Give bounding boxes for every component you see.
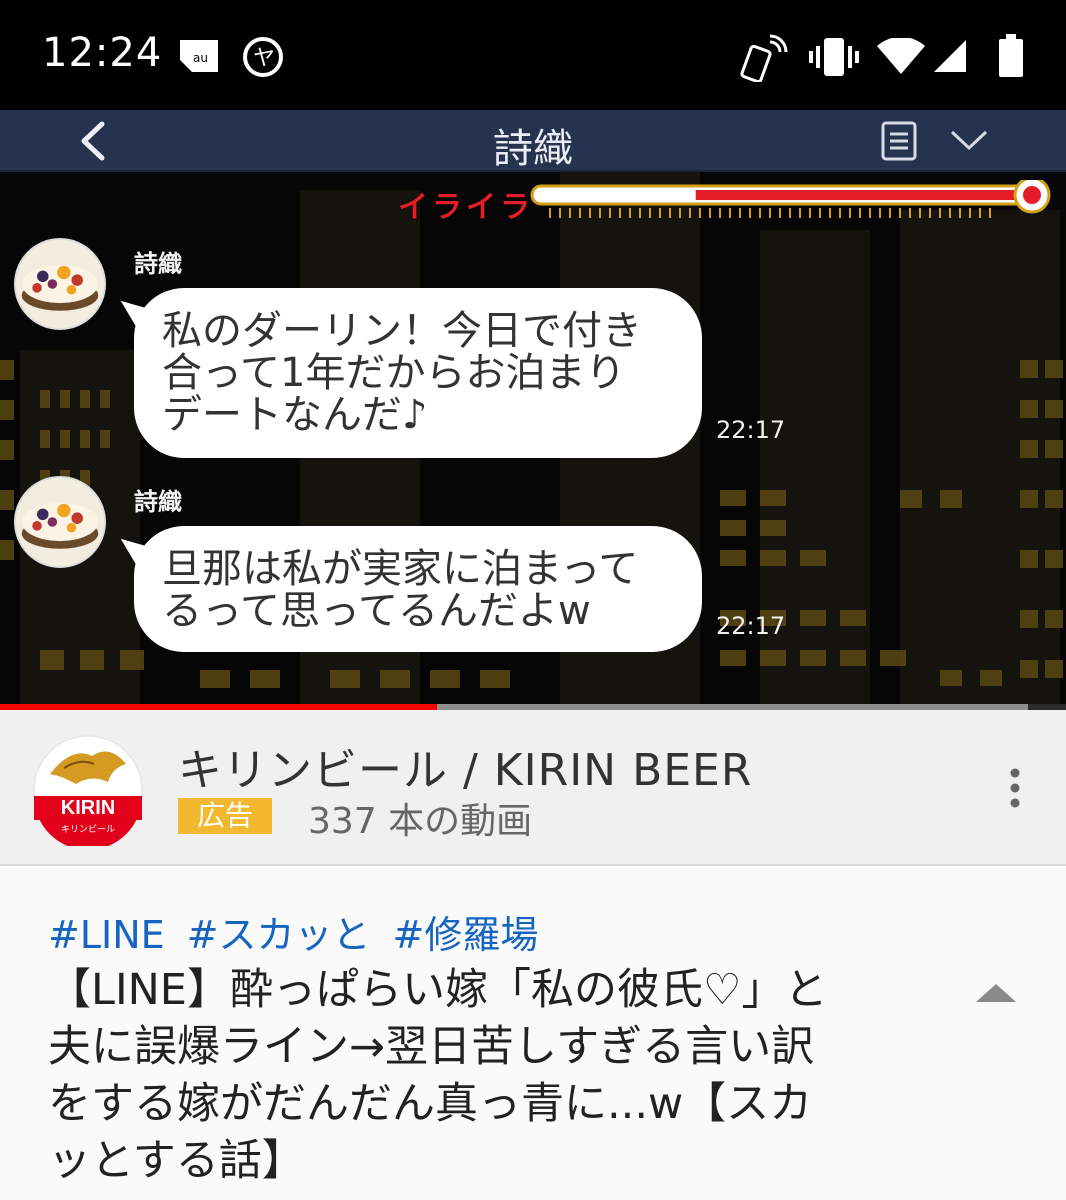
- video-player[interactable]: 詩織 イライラ 詩織 私のダーリン！今日で付き 合って1年だからお泊まり デート…: [0, 110, 1066, 710]
- channel-row[interactable]: KIRIN キリンビール キリンビール / KIRIN BEER 広告 337 …: [0, 710, 1066, 866]
- avatar[interactable]: [14, 238, 106, 330]
- avatar[interactable]: [14, 476, 106, 568]
- vibrate-icon: [809, 38, 859, 76]
- video-description: #LINE #スカッと #修羅場 【LINE】酔っぱらい嫁「私の彼氏♡」と 夫に誤爆…: [0, 866, 1066, 1200]
- battery-icon: [999, 34, 1023, 77]
- au-logo-icon: au: [180, 40, 218, 72]
- hashtag-link[interactable]: #LINE: [48, 913, 165, 957]
- ya-circle-icon: ヤ: [243, 37, 283, 77]
- irritation-level-fill: [695, 190, 1020, 200]
- message-line: 私のダーリン！今日で付き: [162, 308, 642, 354]
- message-sender: 詩織: [134, 488, 182, 516]
- more-options-icon[interactable]: [1000, 766, 1030, 812]
- logo-subtext: キリンビール: [61, 824, 115, 835]
- logo-text: KIRIN: [61, 797, 115, 819]
- hashtag-list: #LINE #スカッと #修羅場: [48, 904, 560, 959]
- wifi-icon: [877, 38, 925, 74]
- chevron-down-icon[interactable]: [948, 124, 990, 156]
- video-title[interactable]: 【LINE】酔っぱらい嫁「私の彼氏♡」と 夫に誤爆ライン→翌日苦しすぎる言い訳 …: [48, 962, 928, 1190]
- channel-name[interactable]: キリンビール / KIRIN BEER: [178, 734, 752, 798]
- message-line: 合って1年だからお泊まり: [162, 350, 626, 396]
- chat-header: 詩織: [0, 110, 1066, 172]
- ad-badge: 広告: [178, 798, 272, 834]
- channel-avatar[interactable]: KIRIN キリンビール: [32, 734, 144, 846]
- title-line: ッとする話】: [48, 1136, 305, 1186]
- svg-text:ヤ: ヤ: [253, 46, 275, 71]
- hashtag-link[interactable]: #スカッと: [187, 913, 371, 957]
- message-bubble: 私のダーリン！今日で付き 合って1年だからお泊まり デートなんだ♪: [134, 288, 702, 458]
- svg-text:au: au: [193, 51, 208, 65]
- irritation-label: イライラ: [398, 190, 534, 225]
- message-sender: 詩織: [134, 250, 182, 278]
- collapse-arrow-icon[interactable]: [974, 980, 1018, 1006]
- phone-ringing-icon: [740, 34, 788, 82]
- message-time: 22:17: [716, 612, 786, 640]
- title-line: 夫に誤爆ライン→翌日苦しすぎる言い訳: [48, 1022, 815, 1072]
- video-count: 337 本の動画: [308, 801, 533, 842]
- menu-icon[interactable]: [880, 120, 918, 162]
- message-line: るって思ってるんだよw: [162, 588, 591, 634]
- message-bubble: 旦那は私が実家に泊まって るって思ってるんだよw: [134, 526, 702, 652]
- title-line: 【LINE】酔っぱらい嫁「私の彼氏♡」と: [48, 965, 828, 1015]
- message-line: デートなんだ♪: [162, 392, 428, 438]
- irritation-thermometer: [530, 180, 1051, 218]
- cell-signal-icon: [934, 40, 966, 72]
- message-time: 22:17: [716, 416, 786, 444]
- title-line: をする嫁がだんだん真っ青に...w【スカ: [48, 1079, 813, 1129]
- status-bar: 12:24 au ヤ: [0, 0, 1066, 110]
- hashtag-link[interactable]: #修羅場: [393, 913, 539, 957]
- message-line: 旦那は私が実家に泊まって: [162, 546, 639, 592]
- clock: 12:24: [42, 30, 163, 76]
